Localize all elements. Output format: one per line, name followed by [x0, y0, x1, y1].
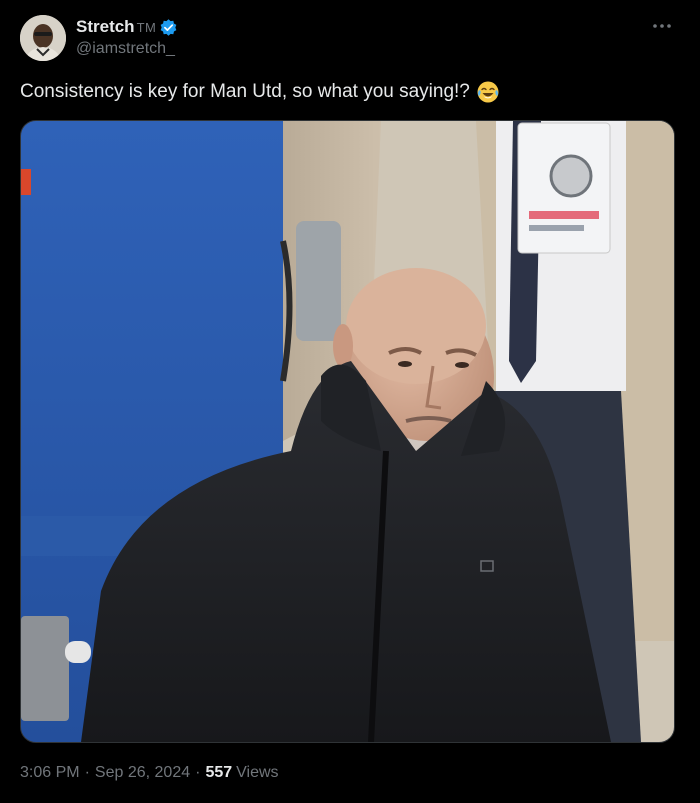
face-with-tears-of-joy-icon	[477, 81, 499, 103]
meta-separator: ·	[195, 764, 201, 781]
verified-badge-icon	[161, 18, 177, 36]
avatar[interactable]	[20, 15, 66, 61]
author-name-row[interactable]: Stretch TM	[76, 16, 178, 38]
tweet-time[interactable]: 3:06 PM	[20, 764, 80, 782]
tweet-text-row: Consistency is key for Man Utd, so what …	[20, 80, 500, 104]
photo-man-in-black-rain-jacket-icon	[21, 121, 674, 742]
user-avatar-icon	[20, 15, 66, 61]
tweet: Stretch TM @iamstretch_ Consistency is k…	[0, 0, 700, 803]
views-count: 557	[205, 764, 233, 781]
tweet-date[interactable]: Sep 26, 2024	[95, 764, 190, 782]
author-handle[interactable]: @iamstretch_	[76, 40, 175, 58]
tweet-text: Consistency is key for Man Utd, so what …	[20, 81, 470, 102]
more-options-button[interactable]	[650, 18, 674, 34]
views-label: Views	[236, 764, 279, 781]
tweet-meta: 3:06 PM · Sep 26, 2024 · 557 Views	[20, 764, 279, 782]
tweet-photo[interactable]	[20, 120, 675, 743]
display-name[interactable]: Stretch	[76, 17, 135, 37]
name-suffix: TM	[136, 19, 157, 35]
more-options-icon	[653, 24, 671, 28]
meta-separator: ·	[84, 764, 90, 781]
